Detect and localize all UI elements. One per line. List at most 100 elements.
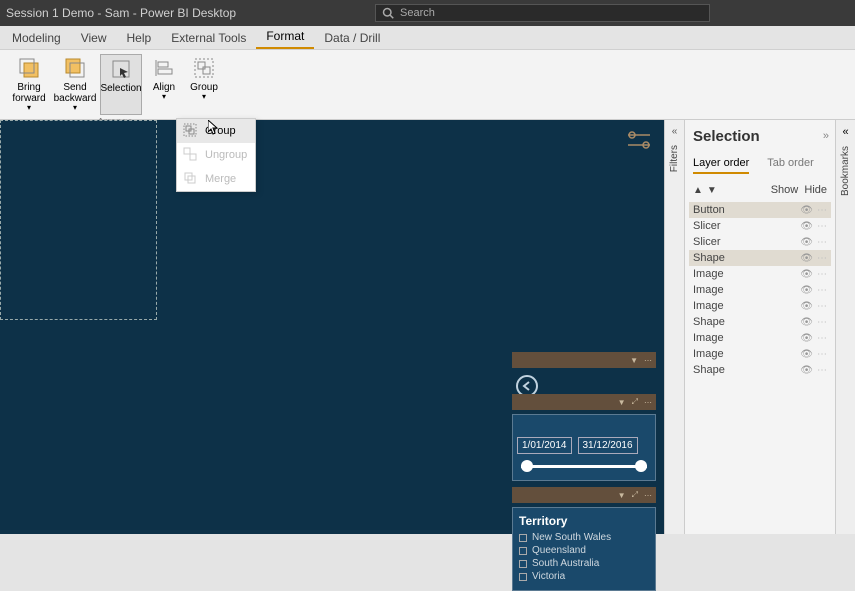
- visual-header-2: ▼ ⤢ ⋯: [512, 394, 656, 410]
- visibility-icon[interactable]: 👁: [800, 237, 813, 248]
- filter-icon[interactable]: ▼: [618, 491, 626, 500]
- more-icon[interactable]: ⋯: [817, 285, 827, 296]
- date-slicer[interactable]: 1/01/2014 31/12/2016: [512, 414, 656, 481]
- layer-item[interactable]: Shape👁⋯: [689, 314, 831, 330]
- layer-item[interactable]: Image👁⋯: [689, 346, 831, 362]
- layer-order-tab[interactable]: Layer order: [693, 157, 749, 174]
- layer-item[interactable]: Image👁⋯: [689, 282, 831, 298]
- more-icon[interactable]: ⋯: [817, 221, 827, 232]
- focus-icon[interactable]: ⤢: [632, 490, 638, 500]
- selection-button[interactable]: Selection: [100, 54, 142, 115]
- more-icon[interactable]: ⋯: [817, 349, 827, 360]
- visibility-icon[interactable]: 👁: [800, 269, 813, 280]
- visual-selection-box[interactable]: [0, 120, 157, 320]
- focus-icon[interactable]: ⤢: [632, 397, 638, 407]
- territory-item-qld[interactable]: Queensland: [519, 545, 649, 556]
- layer-item[interactable]: Slicer👁⋯: [689, 218, 831, 234]
- window-title: Session 1 Demo - Sam - Power BI Desktop: [6, 6, 236, 20]
- filter-icon[interactable]: ▼: [630, 356, 638, 365]
- align-icon: [153, 57, 175, 79]
- slider-thumb-left[interactable]: [521, 460, 533, 472]
- group-button[interactable]: Group▾: [186, 54, 222, 115]
- ribbon-tabs: Modeling View Help External Tools Format…: [0, 26, 855, 50]
- filter-icon[interactable]: ▼: [618, 398, 626, 407]
- bring-forward-button[interactable]: Bring forward▾: [8, 54, 50, 115]
- group-dropdown: Group Ungroup Merge: [176, 118, 256, 192]
- date-from[interactable]: 1/01/2014: [517, 437, 572, 454]
- date-slider[interactable]: [521, 462, 647, 470]
- more-icon[interactable]: ⋯: [817, 253, 827, 264]
- search-wrap: Search: [236, 4, 849, 22]
- more-icon[interactable]: ⋯: [817, 317, 827, 328]
- tab-help[interactable]: Help: [117, 27, 162, 49]
- layer-item[interactable]: Shape👁⋯: [689, 250, 831, 266]
- more-icon[interactable]: ⋯: [817, 333, 827, 344]
- move-up-icon[interactable]: ▲: [693, 185, 703, 196]
- tab-modeling[interactable]: Modeling: [2, 27, 71, 49]
- ribbon-group-arrange: Bring forward▾ Send backward▾ Selection …: [8, 54, 222, 119]
- slider-thumb-right[interactable]: [635, 460, 647, 472]
- dropdown-group[interactable]: Group: [177, 119, 255, 143]
- visual-header-3: ▼ ⤢ ⋯: [512, 487, 656, 503]
- expand-icon[interactable]: »: [823, 130, 829, 142]
- tab-format[interactable]: Format: [256, 25, 314, 49]
- more-icon[interactable]: ⋯: [817, 301, 827, 312]
- visibility-icon[interactable]: 👁: [800, 285, 813, 296]
- move-down-icon[interactable]: ▼: [707, 185, 717, 196]
- ungroup-small-icon: [183, 147, 199, 163]
- dropdown-merge: Merge: [177, 167, 255, 191]
- more-icon[interactable]: ⋯: [644, 398, 652, 407]
- layer-item[interactable]: Image👁⋯: [689, 266, 831, 282]
- more-icon[interactable]: ⋯: [817, 237, 827, 248]
- title-bar: Session 1 Demo - Sam - Power BI Desktop …: [0, 0, 855, 26]
- more-icon[interactable]: ⋯: [644, 491, 652, 500]
- visual-header-1: ▼ ⋯: [512, 352, 656, 368]
- layer-item[interactable]: Slicer👁⋯: [689, 234, 831, 250]
- more-icon[interactable]: ⋯: [644, 356, 652, 365]
- tab-view[interactable]: View: [71, 27, 117, 49]
- search-icon: [382, 7, 394, 19]
- date-to[interactable]: 31/12/2016: [578, 437, 638, 454]
- show-button[interactable]: Show: [771, 184, 799, 196]
- visibility-icon[interactable]: 👁: [800, 365, 813, 376]
- hide-button[interactable]: Hide: [804, 184, 827, 196]
- selection-icon: [110, 58, 132, 80]
- territory-title: Territory: [519, 514, 649, 528]
- chevron-left-icon: «: [842, 126, 848, 138]
- filters-collapsed[interactable]: « Filters: [664, 120, 684, 534]
- more-icon[interactable]: ⋯: [817, 269, 827, 280]
- ribbon: Bring forward▾ Send backward▾ Selection …: [0, 50, 855, 120]
- send-backward-button[interactable]: Send backward▾: [54, 54, 96, 115]
- search-box[interactable]: Search: [375, 4, 710, 22]
- layer-list: Button👁⋯Slicer👁⋯Slicer👁⋯Shape👁⋯Image👁⋯Im…: [689, 202, 831, 378]
- territory-slicer[interactable]: Territory New South Wales Queensland Sou…: [512, 507, 656, 591]
- more-icon[interactable]: ⋯: [817, 365, 827, 376]
- layer-item[interactable]: Image👁⋯: [689, 330, 831, 346]
- visibility-icon[interactable]: 👁: [800, 253, 813, 264]
- layer-item[interactable]: Button👁⋯: [689, 202, 831, 218]
- visual-stack: ▼ ⋯ ▼ ⤢ ⋯ 1/01/2014 31/12/2016 ▼ ⤢ ⋯: [512, 352, 656, 591]
- group-small-icon: [183, 123, 199, 139]
- align-button[interactable]: Align▾: [146, 54, 182, 115]
- merge-small-icon: [183, 171, 199, 187]
- visibility-icon[interactable]: 👁: [800, 333, 813, 344]
- selection-pane-title: Selection: [689, 128, 831, 145]
- group-icon: [193, 57, 215, 79]
- tab-data-drill[interactable]: Data / Drill: [314, 27, 390, 49]
- visibility-icon[interactable]: 👁: [800, 221, 813, 232]
- tab-order-tab[interactable]: Tab order: [767, 157, 813, 174]
- layer-item[interactable]: Image👁⋯: [689, 298, 831, 314]
- layer-item[interactable]: Shape👁⋯: [689, 362, 831, 378]
- visibility-icon[interactable]: 👁: [800, 349, 813, 360]
- visibility-icon[interactable]: 👁: [800, 301, 813, 312]
- report-canvas[interactable]: ▼ ⋯ ▼ ⤢ ⋯ 1/01/2014 31/12/2016 ▼ ⤢ ⋯: [0, 120, 664, 534]
- territory-item-vic[interactable]: Victoria: [519, 571, 649, 582]
- more-icon[interactable]: ⋯: [817, 205, 827, 216]
- territory-item-sa[interactable]: South Australia: [519, 558, 649, 569]
- visibility-icon[interactable]: 👁: [800, 317, 813, 328]
- chevron-left-icon: «: [672, 126, 678, 137]
- bookmarks-collapsed[interactable]: « Bookmarks: [835, 120, 855, 534]
- tab-external-tools[interactable]: External Tools: [161, 27, 256, 49]
- visibility-icon[interactable]: 👁: [800, 205, 813, 216]
- slicer-toggle-icon[interactable]: [626, 130, 652, 153]
